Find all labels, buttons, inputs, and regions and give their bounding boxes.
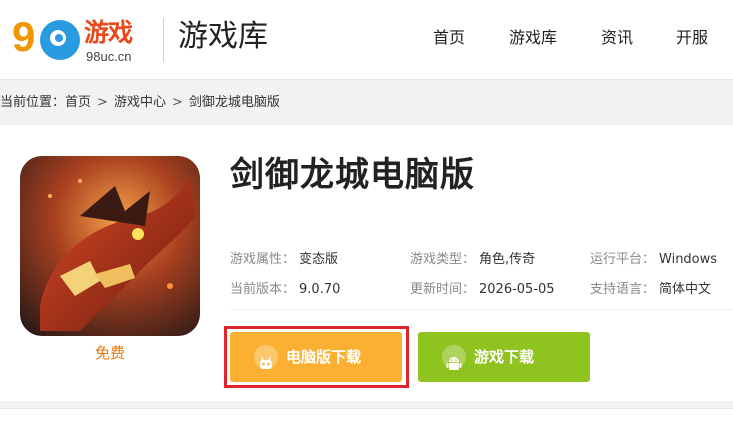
breadcrumb-link-game-center[interactable]: 游戏中心 [114, 94, 166, 112]
breadcrumb-prefix: 当前位置： [0, 95, 66, 110]
game-icon-image [20, 156, 200, 336]
game-title: 剑御龙城电脑版 [230, 155, 475, 195]
breadcrumb-separator: > [97, 95, 108, 110]
pc-download-button[interactable]: 电脑版下载 [230, 332, 402, 382]
game-download-button[interactable]: 游戏下载 [418, 332, 590, 382]
site-header: 9 游戏 98uc.cn 游戏库 首页 游戏库 资讯 开服 [0, 0, 733, 80]
breadcrumb: 当前位置：首页 > 游戏中心 > 剑御龙城电脑版 [0, 94, 280, 112]
price-label: 免费 [94, 344, 125, 362]
info-value: 变态版 [299, 252, 339, 267]
info-key: 当前版本： [230, 282, 296, 297]
game-download-label: 游戏下载 [474, 348, 535, 366]
pc-download-label: 电脑版下载 [286, 348, 362, 366]
nav-game-library[interactable]: 游戏库 [509, 30, 557, 46]
logo-domain: 98uc.cn [86, 49, 132, 64]
robot-icon [254, 345, 278, 369]
android-icon [442, 345, 466, 370]
info-language: 支持语言： 简体中文 [590, 282, 711, 298]
info-current-version: 当前版本： 9.0.70 [230, 282, 340, 298]
info-value: Windows [659, 252, 718, 267]
breadcrumb-separator: > [171, 95, 183, 110]
next-section-strip [0, 408, 733, 441]
info-value: 2026-05-05 [479, 282, 555, 297]
info-value: 角色,传奇 [479, 252, 536, 267]
info-key: 游戏属性： [230, 252, 296, 267]
info-game-attribute: 游戏属性： 变态版 [230, 252, 338, 268]
nav-news[interactable]: 资讯 [601, 30, 633, 46]
info-update-time: 更新时间： 2026-05-05 [410, 282, 555, 298]
info-game-type: 游戏类型： 角色,传奇 [410, 252, 535, 268]
section-title: 游戏库 [178, 19, 268, 54]
info-platform: 运行平台： Windows [590, 252, 717, 268]
breadcrumb-link-home[interactable]: 首页 [65, 94, 91, 112]
game-detail-card: 免费 剑御龙城电脑版 游戏属性： 变态版 游戏类型： 角色,传奇 运行平台： Wind… [0, 124, 733, 401]
info-key: 更新时间： [410, 282, 476, 297]
info-divider [230, 309, 733, 310]
logo-eye-icon [40, 20, 80, 60]
breadcrumb-current: 剑御龙城电脑版 [188, 95, 280, 110]
logo-digit: 9 [12, 13, 36, 60]
info-key: 运行平台： [590, 252, 656, 267]
info-key: 支持语言： [590, 282, 656, 297]
nav-home[interactable]: 首页 [433, 30, 465, 46]
site-logo[interactable]: 9 游戏 98uc.cn [10, 10, 150, 68]
logo-text: 游戏 [84, 18, 133, 47]
header-divider [163, 18, 164, 62]
info-key: 游戏类型： [410, 252, 476, 267]
info-value: 简体中文 [659, 282, 712, 297]
nav-server-open[interactable]: 开服 [676, 30, 708, 46]
info-value: 9.0.70 [299, 282, 341, 297]
